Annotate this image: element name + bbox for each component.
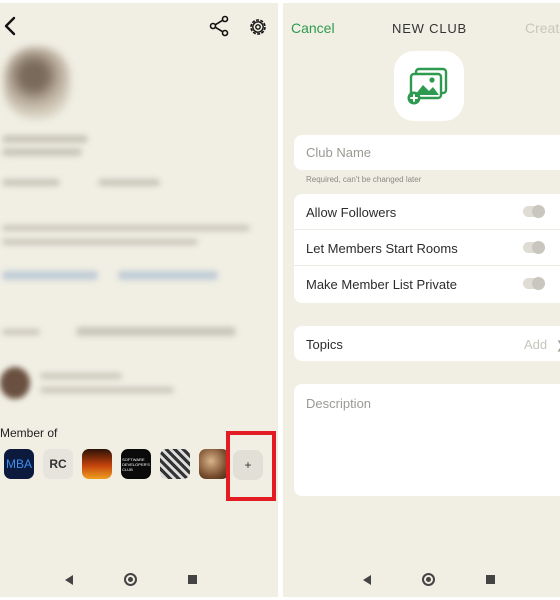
description-field[interactable]: Description: [294, 384, 560, 496]
blurred-nominator: [40, 387, 174, 393]
club-icon-fire[interactable]: [82, 449, 112, 479]
avatar[interactable]: [4, 47, 70, 119]
topics-row[interactable]: Topics Add ❯: [294, 326, 560, 361]
add-photo-icon: [407, 67, 448, 105]
share-icon[interactable]: [208, 15, 230, 37]
chevron-right-icon: ❯: [556, 339, 560, 352]
blurred-link: [118, 271, 218, 280]
profile-screen: Member of MBA RC SOFTWARE DEVELOPER'S CL…: [0, 3, 278, 597]
blurred-joined: [76, 327, 236, 336]
blurred-name: [2, 135, 88, 143]
blurred-nominator: [40, 373, 122, 379]
toggle-label: Allow Followers: [306, 205, 397, 220]
gear-icon[interactable]: [246, 15, 270, 39]
blurred-link: [2, 271, 98, 280]
blurred-joined: [2, 329, 40, 335]
club-icon-photo[interactable]: [199, 449, 229, 479]
topics-label: Topics: [306, 337, 343, 352]
system-nav-bar: [283, 563, 560, 597]
toggle-row-members-start-rooms[interactable]: Let Members Start Rooms: [294, 230, 560, 266]
member-of-label: Member of: [0, 426, 58, 440]
club-icon-mba[interactable]: MBA: [4, 449, 34, 479]
toggle-label: Make Member List Private: [306, 277, 457, 292]
nav-recents-icon[interactable]: [188, 575, 197, 584]
club-label: SOFTWARE DEVELOPER'S CLUB: [122, 456, 150, 472]
club-icon-rc[interactable]: RC: [43, 449, 73, 479]
club-name-hint: Required, can't be changed later: [306, 175, 422, 184]
blurred-nominator-avatar: [0, 367, 30, 399]
club-icon-software-developers[interactable]: SOFTWARE DEVELOPER'S CLUB: [121, 449, 151, 479]
create-button[interactable]: Create: [525, 20, 560, 36]
club-icon-art[interactable]: [160, 449, 190, 479]
nav-home-icon[interactable]: [124, 573, 137, 586]
blurred-name: [2, 148, 82, 156]
club-photo-picker[interactable]: [394, 51, 464, 121]
nav-recents-icon[interactable]: [486, 575, 495, 584]
nav-back-icon[interactable]: [65, 575, 73, 585]
toggle-row-allow-followers[interactable]: Allow Followers: [294, 194, 560, 230]
cancel-button[interactable]: Cancel: [291, 20, 335, 36]
blurred-stat: [98, 179, 160, 186]
new-club-screen: Cancel NEW CLUB Create Club Name Require…: [283, 3, 560, 597]
nav-home-icon[interactable]: [422, 573, 435, 586]
nav-back-icon[interactable]: [363, 575, 371, 585]
club-label: MBA: [5, 457, 32, 471]
toggle-row-member-list-private[interactable]: Make Member List Private: [294, 266, 560, 302]
settings-toggles: Allow Followers Let Members Start Rooms …: [294, 194, 560, 303]
club-name-field[interactable]: Club Name: [294, 135, 560, 170]
allow-followers-switch[interactable]: [523, 205, 545, 218]
blurred-username: [2, 179, 60, 186]
club-name-placeholder: Club Name: [306, 145, 372, 160]
page-title: NEW CLUB: [392, 21, 468, 36]
member-list-private-switch[interactable]: [523, 277, 545, 290]
highlight-box: [226, 431, 276, 501]
members-start-rooms-switch[interactable]: [523, 241, 545, 254]
system-nav-bar: [0, 563, 278, 597]
club-label: RC: [49, 457, 67, 471]
topics-add[interactable]: Add: [524, 337, 547, 352]
back-arrow-icon[interactable]: [2, 15, 20, 37]
blurred-bio: [2, 225, 250, 231]
description-placeholder: Description: [306, 396, 372, 411]
blurred-bio: [2, 239, 198, 245]
toggle-label: Let Members Start Rooms: [306, 241, 458, 256]
